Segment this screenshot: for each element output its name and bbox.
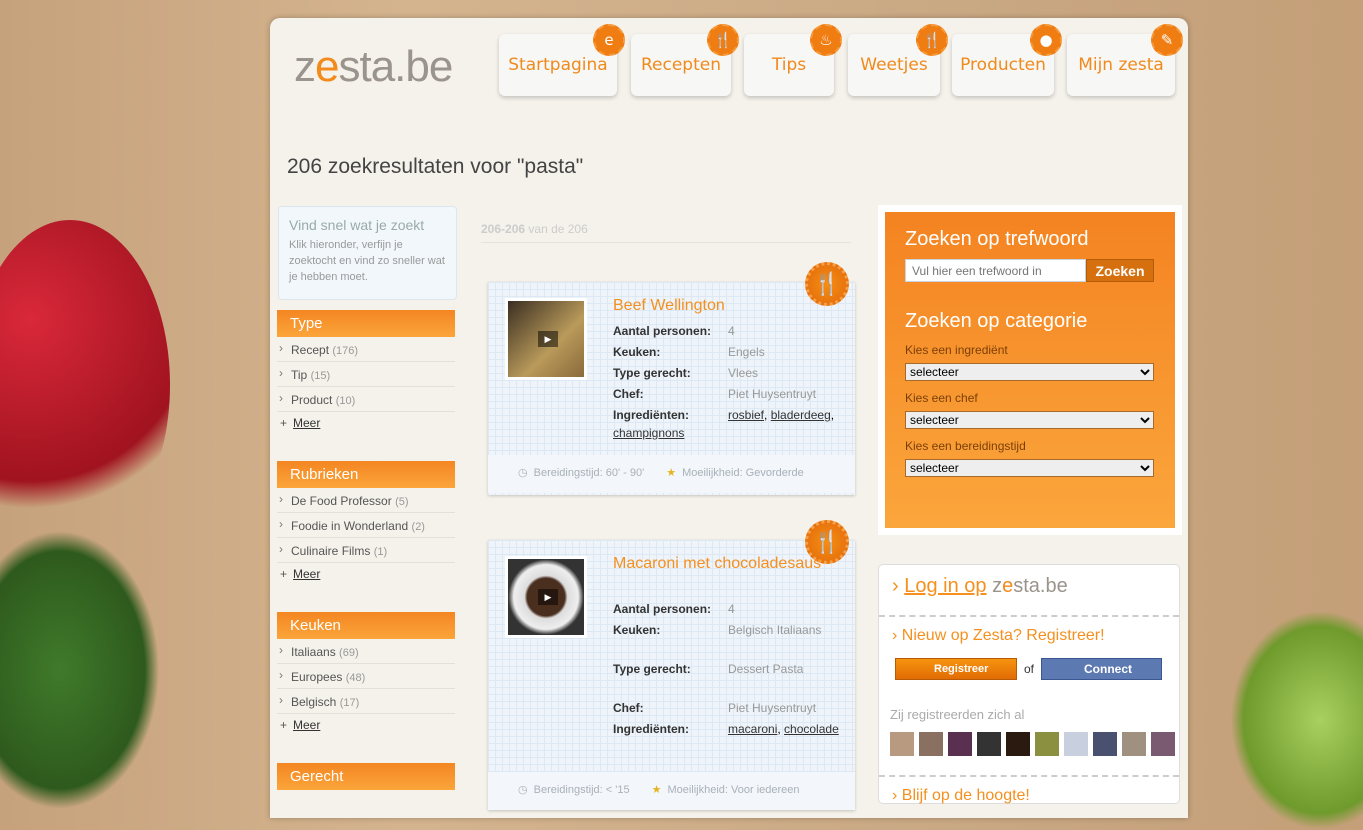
- greens-decoration: [0, 530, 160, 810]
- filter-gerecht: Gerecht: [277, 763, 455, 790]
- search-button[interactable]: Zoeken: [1086, 259, 1154, 282]
- nav-recepten[interactable]: Recepten 🍴: [631, 24, 739, 96]
- nav-producten[interactable]: Producten ●: [952, 24, 1062, 96]
- ingredient-link[interactable]: champignons: [613, 426, 684, 440]
- filter-item[interactable]: Europees (48): [277, 664, 455, 689]
- avatar[interactable]: [919, 732, 943, 756]
- medal-icon: ★: [666, 467, 677, 479]
- nav-weetjes[interactable]: Weetjes 🍴: [848, 24, 948, 96]
- nav-startpagina[interactable]: Startpagina e: [499, 24, 625, 96]
- nav-tips[interactable]: Tips ♨: [744, 24, 842, 96]
- chef-select[interactable]: selecteer: [905, 411, 1154, 429]
- nav-mijn-zesta[interactable]: Mijn zesta ✎: [1067, 24, 1183, 96]
- category-search-heading: Zoeken op categorie: [905, 310, 1088, 332]
- register-button[interactable]: Registreer: [895, 658, 1017, 680]
- keyword-input[interactable]: [905, 259, 1086, 282]
- filter-item[interactable]: De Food Professor (5): [277, 488, 455, 513]
- more-link[interactable]: Meer: [293, 416, 320, 430]
- filter-rubrieken: Rubrieken De Food Professor (5) Foodie i…: [277, 461, 455, 581]
- select-label: Kies een chef: [905, 391, 978, 405]
- recipe-title[interactable]: Macaroni met chocoladesaus: [613, 554, 833, 574]
- ingredient-link[interactable]: rosbief: [728, 408, 764, 422]
- video-camera-icon: ▶: [538, 589, 558, 605]
- or-text: of: [1024, 662, 1035, 676]
- filter-item[interactable]: Foodie in Wonderland (2): [277, 513, 455, 538]
- clock-icon: ◷: [518, 784, 528, 796]
- avatar[interactable]: [948, 732, 972, 756]
- filter-heading: Gerecht: [277, 763, 455, 790]
- avatar[interactable]: [977, 732, 1001, 756]
- lettuce-decoration: [1230, 610, 1363, 830]
- zesta-logo[interactable]: zesta.be: [294, 42, 453, 92]
- avatar[interactable]: [890, 732, 914, 756]
- filter-heading: Type: [277, 310, 455, 337]
- filter-tip: Vind snel wat je zoekt Klik hieronder, ve…: [278, 206, 457, 300]
- keyword-search-heading: Zoeken op trefwoord: [905, 228, 1089, 250]
- ingredient-link[interactable]: bladerdeeg: [771, 408, 831, 422]
- select-label: Kies een bereidingstijd: [905, 439, 1026, 453]
- filter-item[interactable]: Italiaans (69): [277, 639, 455, 664]
- ingredient-link[interactable]: chocolade: [784, 722, 839, 736]
- more-link[interactable]: Meer: [293, 718, 320, 732]
- product-icon: ●: [1030, 24, 1062, 56]
- results-count: 206-206 van de 206: [481, 222, 851, 243]
- time-select[interactable]: selecteer: [905, 459, 1154, 477]
- login-link[interactable]: › Log in op zesta.be: [892, 575, 1068, 598]
- filter-item[interactable]: Recept (176): [277, 337, 455, 362]
- login-panel: › Log in op zesta.be › Nieuw op Zesta? R…: [878, 564, 1180, 804]
- ingredient-select[interactable]: selecteer: [905, 363, 1154, 381]
- avatar[interactable]: [1093, 732, 1117, 756]
- stay-updated-heading: › Blijf op de hoogte!: [892, 787, 1030, 804]
- result-card: 🍴 ▶ Beef Wellington Aantal personen: 4 Ke…: [488, 262, 855, 495]
- avatar[interactable]: [1064, 732, 1088, 756]
- recipe-thumbnail[interactable]: ▶: [505, 298, 587, 380]
- avatar[interactable]: [1151, 732, 1175, 756]
- clock-icon: ◷: [518, 467, 528, 479]
- register-heading[interactable]: › Nieuw op Zesta? Registreer!: [892, 627, 1105, 645]
- recipe-thumbnail[interactable]: ▶: [505, 556, 587, 638]
- pot-icon: ♨: [810, 24, 842, 56]
- registered-label: Zij registreerden zich al: [890, 707, 1025, 722]
- select-label: Kies een ingrediënt: [905, 343, 1008, 357]
- avatar[interactable]: [1122, 732, 1146, 756]
- ingredient-link[interactable]: macaroni: [728, 722, 777, 736]
- page-title: 206 zoekresultaten voor "pasta": [287, 155, 584, 178]
- filter-item[interactable]: Belgisch (17): [277, 689, 455, 714]
- recipe-title[interactable]: Beef Wellington: [613, 296, 833, 316]
- more-link[interactable]: Meer: [293, 567, 320, 581]
- filter-type: Type Recept (176) Tip (15) Product (10) …: [277, 310, 455, 430]
- result-card: 🍴 ▶ Macaroni met chocoladesaus Aantal pe…: [488, 520, 855, 810]
- avatar[interactable]: [1006, 732, 1030, 756]
- facebook-connect-button[interactable]: Connect: [1041, 658, 1162, 680]
- filter-heading: Keuken: [277, 612, 455, 639]
- radish-decoration: [0, 220, 170, 550]
- filter-keuken: Keuken Italiaans (69) Europees (48) Belg…: [277, 612, 455, 732]
- fork-knife-icon: 🍴: [707, 24, 739, 56]
- e-logo-icon: e: [593, 24, 625, 56]
- avatar[interactable]: [1035, 732, 1059, 756]
- utensils-icon: 🍴: [916, 24, 948, 56]
- filter-item[interactable]: Product (10): [277, 387, 455, 412]
- filter-item[interactable]: Culinaire Films (1): [277, 538, 455, 563]
- book-icon: ✎: [1151, 24, 1183, 56]
- medal-icon: ★: [651, 784, 662, 796]
- filter-item[interactable]: Tip (15): [277, 362, 455, 387]
- search-panel: Zoeken op trefwoord Zoeken Zoeken op cat…: [878, 205, 1182, 535]
- filter-heading: Rubrieken: [277, 461, 455, 488]
- video-camera-icon: ▶: [538, 331, 558, 347]
